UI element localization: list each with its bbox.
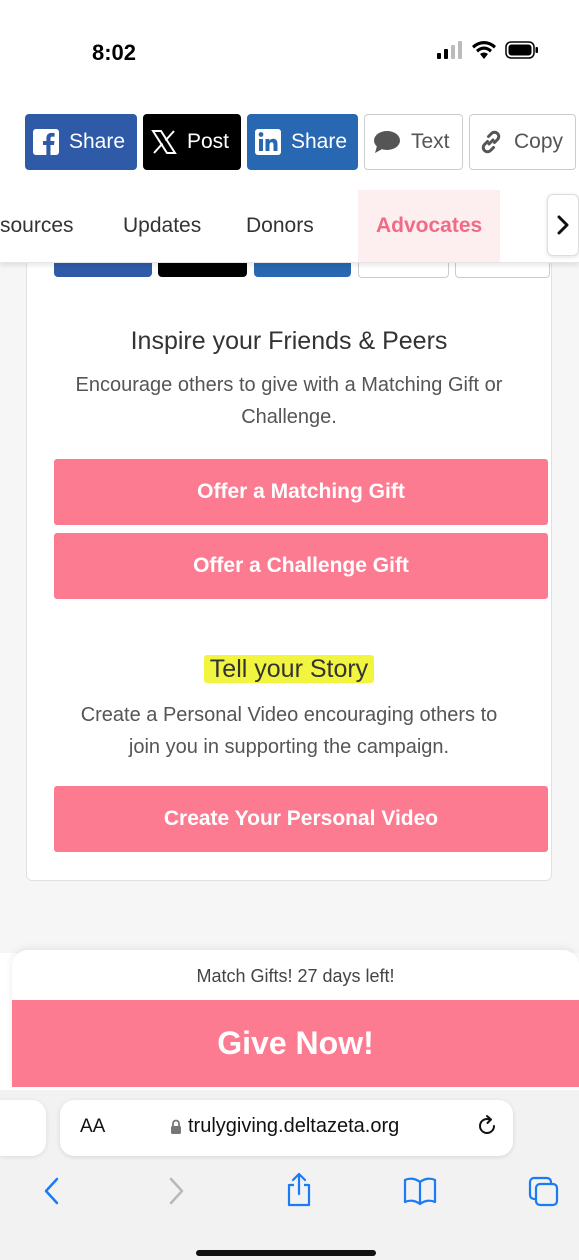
tabs-icon[interactable] <box>528 1176 560 1208</box>
wifi-icon <box>472 41 496 59</box>
address-bar[interactable]: AA trulygiving.deltazeta.org <box>60 1100 513 1156</box>
give-sheet: Match Gifts! 27 days left! Give Now! <box>12 950 579 1090</box>
text-share-button[interactable]: Text <box>364 114 463 170</box>
previous-tab-preview[interactable] <box>0 1100 46 1156</box>
tab-donors[interactable]: Donors <box>246 190 314 262</box>
reader-settings-button[interactable]: AA <box>80 1116 105 1138</box>
chevron-right-icon <box>557 215 569 235</box>
story-description-line2: join you in supporting the campaign. <box>128 736 450 758</box>
facebook-icon <box>33 129 59 155</box>
advocate-card: Inspire your Friends & Peers Encourage o… <box>26 249 552 881</box>
copy-link-button[interactable]: Copy <box>469 114 576 170</box>
give-now-button[interactable]: Give Now! <box>12 1000 579 1087</box>
linkedin-icon <box>255 129 281 155</box>
inspire-description-line1: Encourage others to give with a Matching… <box>75 374 503 396</box>
story-heading: Tell your Story <box>203 655 375 683</box>
home-indicator <box>196 1250 376 1256</box>
speech-bubble-icon <box>374 131 400 153</box>
section-tabs: sources Updates Donors Advocates <box>0 190 579 263</box>
text-share-label: Text <box>411 130 450 153</box>
story-description-line1: Create a Personal Video encouraging othe… <box>80 704 498 726</box>
battery-icon <box>505 41 538 59</box>
status-icons <box>437 40 539 60</box>
x-post-button[interactable]: Post <box>143 114 241 170</box>
x-post-label: Post <box>187 130 230 153</box>
tab-updates[interactable]: Updates <box>123 190 201 262</box>
create-personal-video-button[interactable]: Create Your Personal Video <box>54 786 548 852</box>
status-time: 8:02 <box>92 40 137 65</box>
reload-icon[interactable] <box>475 1114 499 1138</box>
story-heading-wrap: Tell your Story <box>27 655 551 684</box>
link-icon <box>481 130 501 154</box>
share-icon[interactable] <box>285 1172 313 1208</box>
lock-icon <box>171 1119 181 1134</box>
offer-matching-gift-button[interactable]: Offer a Matching Gift <box>54 459 548 525</box>
back-icon[interactable] <box>42 1176 62 1206</box>
browser-toolbar: AA trulygiving.deltazeta.org <box>0 1090 579 1260</box>
linkedin-share-label: Share <box>291 130 348 153</box>
forward-icon[interactable] <box>166 1176 186 1206</box>
inspire-heading: Inspire your Friends & Peers <box>130 327 448 355</box>
inspire-description-line2: Challenge. <box>241 406 337 428</box>
tab-advocates[interactable]: Advocates <box>358 190 501 262</box>
bookmarks-icon[interactable] <box>403 1176 437 1206</box>
copy-link-label: Copy <box>514 130 564 153</box>
facebook-share-button[interactable]: Share <box>25 114 137 170</box>
browser-nav-row <box>0 1172 579 1216</box>
tabs-scroll-right-button[interactable] <box>547 194 579 256</box>
url-text: trulygiving.deltazeta.org <box>188 1115 400 1137</box>
tab-resources[interactable]: sources <box>0 190 74 262</box>
signal-icon <box>437 41 462 59</box>
match-gifts-countdown: Match Gifts! 27 days left! <box>196 966 395 986</box>
url-display[interactable]: trulygiving.deltazeta.org <box>170 1115 399 1138</box>
offer-challenge-gift-button[interactable]: Offer a Challenge Gift <box>54 533 548 599</box>
share-row: Share Post Share Text Copy <box>25 114 576 170</box>
x-logo-icon <box>151 130 177 154</box>
facebook-share-label: Share <box>69 130 126 153</box>
linkedin-share-button[interactable]: Share <box>247 114 358 170</box>
